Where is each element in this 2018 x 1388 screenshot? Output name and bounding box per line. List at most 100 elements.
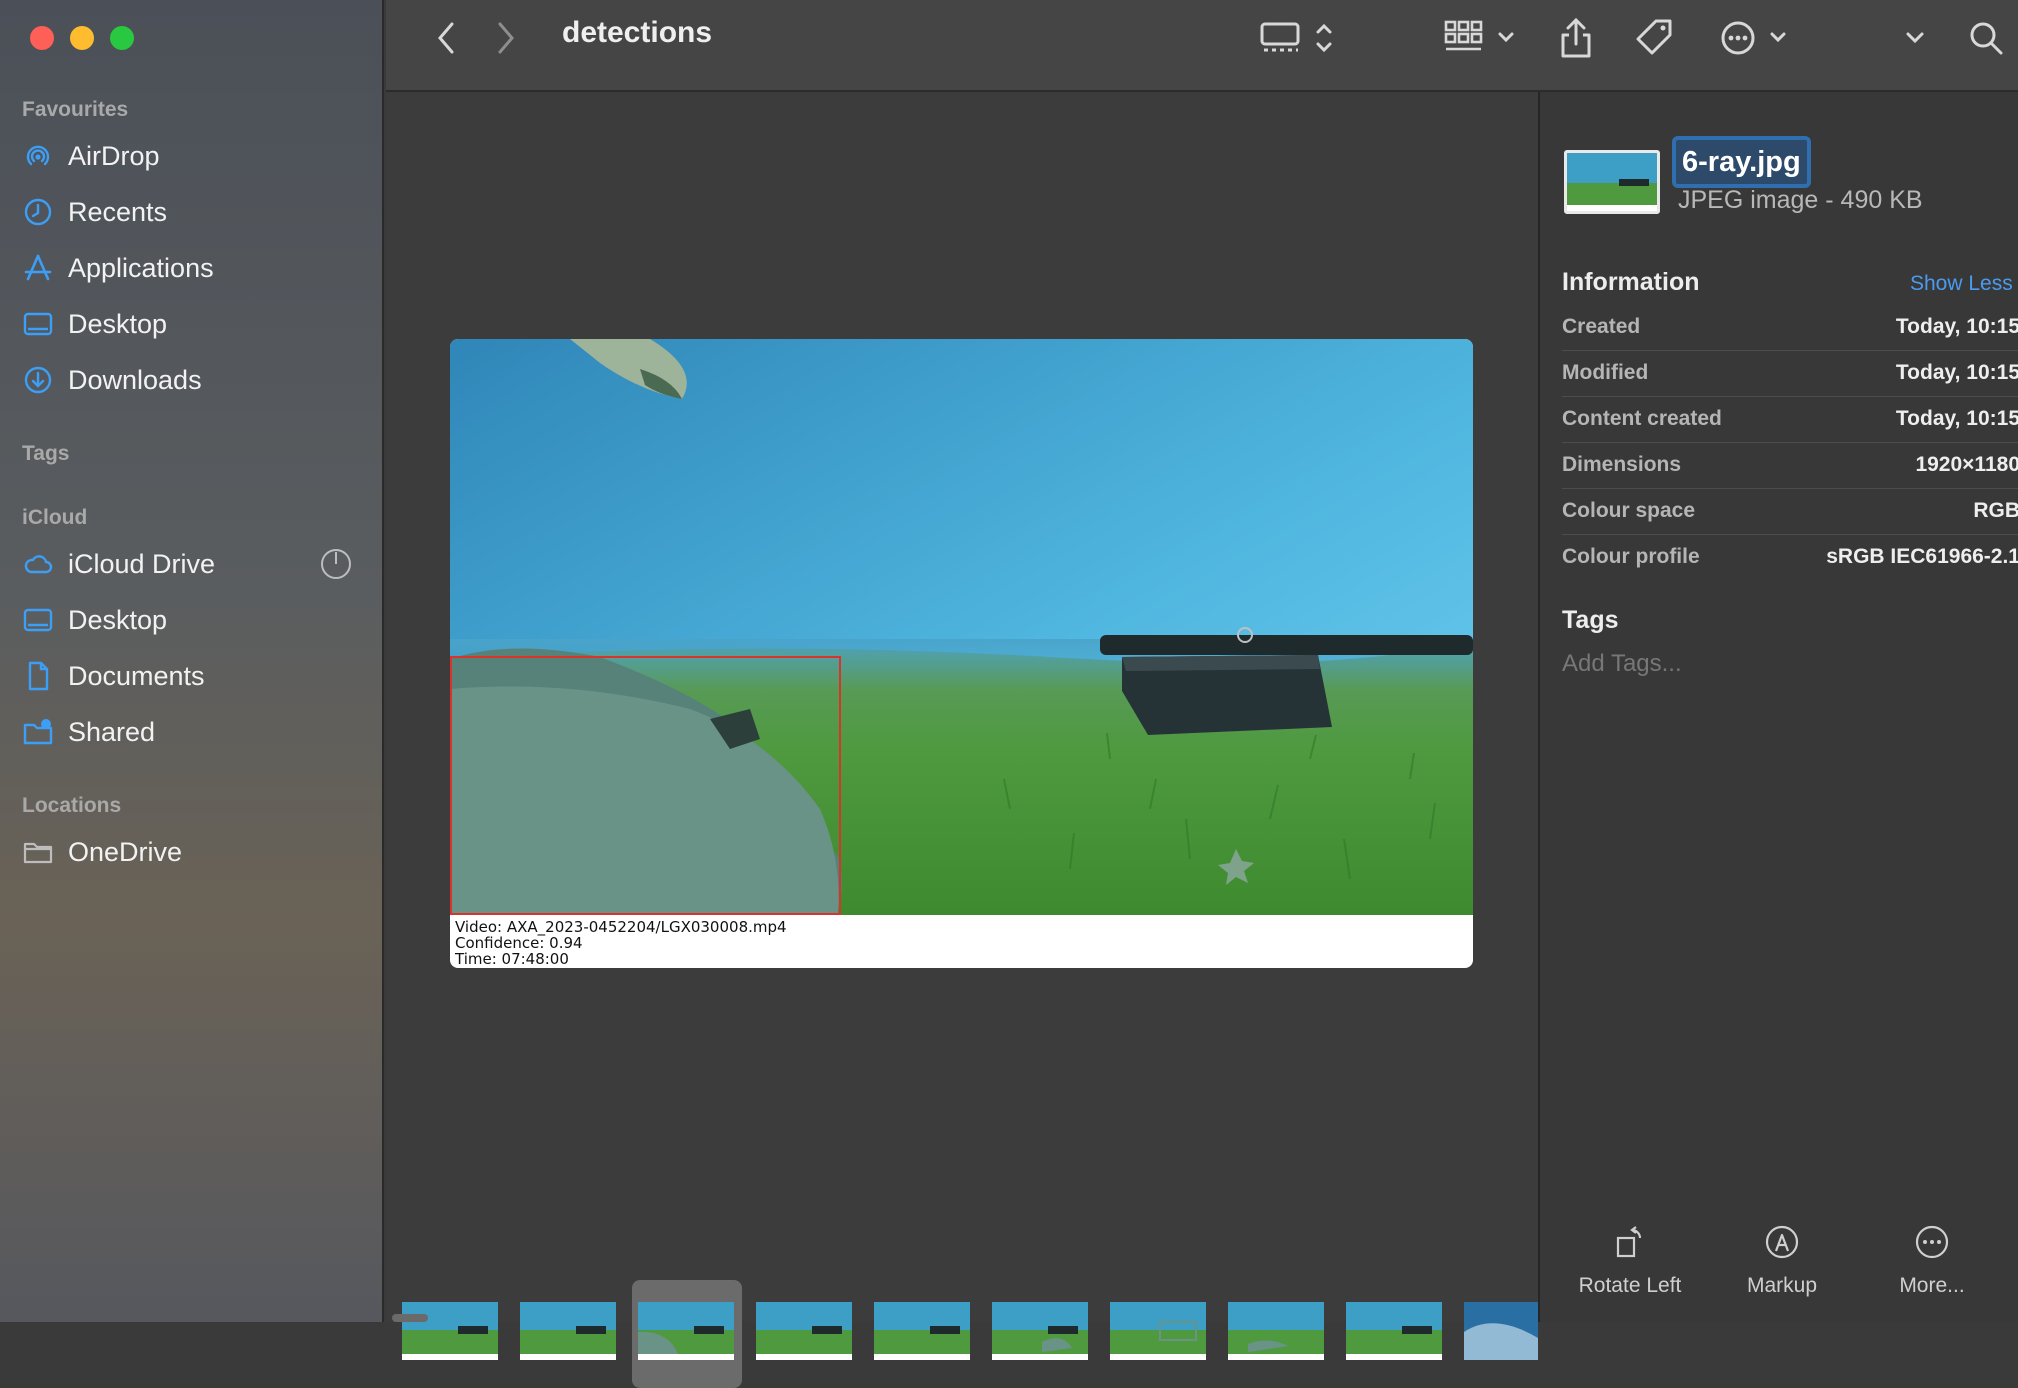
chevron-down-icon [1906,32,1924,44]
rotate-left-icon [1616,1226,1642,1258]
sidebar-item-airdrop[interactable]: AirDrop [22,134,352,178]
sidebar-item-shared[interactable]: Shared [22,710,352,754]
tags-heading: Tags [1562,606,1619,634]
thumbnail[interactable] [402,1302,498,1360]
shared-folder-icon [23,719,53,745]
sidebar-item-desktop[interactable]: Desktop [22,302,352,346]
folder-icon [23,842,53,864]
thumbnail[interactable] [1228,1302,1324,1360]
desktop-icon [23,608,53,632]
search-button[interactable] [1966,18,2006,58]
sidebar-item-label: Applications [68,252,214,283]
share-button[interactable] [1556,17,1596,58]
chevron-left-icon [438,22,454,54]
info-panel: 6-ray.jpg JPEG image - 490 KB Informatio… [1538,92,2018,1322]
minimize-window-button[interactable] [70,26,94,50]
thumbnail[interactable] [1346,1302,1442,1360]
tag-button[interactable] [1632,18,1676,58]
info-value: 1920×1180 [1915,453,2018,476]
grid-icon [1444,20,1514,51]
horizontal-scrollbar[interactable] [392,1314,428,1322]
add-tags-field[interactable]: Add Tags... [1562,650,1682,678]
thumbnail[interactable] [756,1302,852,1360]
caption-confidence-line: Confidence: 0.94 [455,934,583,952]
ellipsis-circle-icon [1721,21,1786,55]
information-heading: Information [1562,268,1700,296]
tags-heading: Tags [22,442,70,465]
thumbnail[interactable] [874,1302,970,1360]
thumbnail[interactable] [1110,1302,1206,1360]
info-row-colour-profile: Colour profile sRGB IEC61966-2.1 [1562,534,2018,580]
info-key: Content created [1562,407,1722,430]
airdrop-icon [26,145,50,166]
info-row-colour-space: Colour space RGB [1562,488,2018,535]
search-icon [1970,22,2003,55]
sidebar: Favourites AirDrop Recents Applications … [0,0,384,1322]
file-name-field[interactable]: 6-ray.jpg [1672,136,1811,188]
forward-button[interactable] [486,18,526,58]
sidebar-item-applications[interactable]: Applications [22,246,352,290]
thumbnail[interactable] [992,1302,1088,1360]
close-window-button[interactable] [30,26,54,50]
thumbnail[interactable] [520,1302,616,1360]
info-value: Today, 10:15 [1895,361,2018,384]
sidebar-item-icloud-drive[interactable]: iCloud Drive [22,542,352,586]
thumbnail[interactable] [1464,1302,1538,1360]
sidebar-item-documents[interactable]: Documents [22,654,352,698]
info-row-dimensions: Dimensions 1920×1180 [1562,442,2018,489]
info-key: Modified [1562,361,1649,384]
sidebar-item-recents[interactable]: Recents [22,190,352,234]
info-key: Colour space [1562,499,1696,522]
folder-title: detections [562,16,713,49]
sidebar-item-onedrive[interactable]: OneDrive [22,830,352,874]
caption-video-line: Video: AXA_2023-0452204/LGX030008.mp4 [455,918,787,936]
underwater-photo [450,339,1473,915]
show-less-button[interactable]: Show Less [1910,272,2013,296]
sync-progress-icon [321,549,351,579]
applications-icon [24,254,52,281]
info-value: Today, 10:15 [1895,407,2018,430]
tag-icon [1636,19,1672,55]
detection-caption: Video: AXA_2023-0452204/LGX030008.mp4 Co… [455,919,787,967]
sidebar-item-label: AirDrop [68,140,160,171]
group-button[interactable] [1444,18,1518,58]
gallery-preview-area: Video: AXA_2023-0452204/LGX030008.mp4 Co… [386,92,1538,1388]
document-icon [28,661,49,691]
sidebar-item-icloud-desktop[interactable]: Desktop [22,598,352,642]
thumbnail-selected[interactable] [638,1302,734,1360]
more-toolbar-button[interactable] [1900,18,1930,58]
sidebar-item-downloads[interactable]: Downloads [22,358,352,402]
back-button[interactable] [426,18,466,58]
toolbar: detections [386,0,2018,92]
sidebar-item-label: Desktop [68,604,168,635]
info-value: RGB [1973,499,2018,522]
more-actions-button[interactable]: More... [1862,1222,2002,1298]
actions-button[interactable] [1720,18,1794,58]
share-icon [1561,17,1591,58]
info-value: sRGB IEC61966-2.1 [1826,545,2018,568]
rotate-left-label: Rotate Left [1578,1274,1682,1297]
view-mode-button[interactable] [1260,18,1340,58]
locations-heading: Locations [22,794,122,817]
markup-button[interactable]: Markup [1712,1222,1852,1298]
more-actions-label: More... [1899,1274,1965,1297]
favourites-heading: Favourites [22,98,129,121]
sidebar-item-label: Desktop [68,308,168,339]
rotate-left-button[interactable]: Rotate Left [1560,1222,1700,1298]
markup-label: Markup [1746,1274,1818,1297]
gallery-view-icon [1260,22,1332,53]
desktop-icon [23,312,53,336]
clock-icon [24,198,52,226]
markup-icon [1765,1225,1799,1259]
thumbnail-strip [386,1182,1538,1388]
sidebar-item-label: OneDrive [68,836,183,867]
cloud-icon [24,555,53,574]
more-icon [1915,1225,1949,1259]
info-value: Today, 10:15 [1895,315,2018,338]
caption-time-line: Time: 07:48:00 [455,950,569,968]
chevron-right-icon [498,22,514,54]
info-row-created: Created Today, 10:15 [1562,304,2018,351]
image-preview[interactable]: Video: AXA_2023-0452204/LGX030008.mp4 Co… [450,339,1473,968]
info-key: Created [1562,315,1641,338]
zoom-window-button[interactable] [110,26,134,50]
